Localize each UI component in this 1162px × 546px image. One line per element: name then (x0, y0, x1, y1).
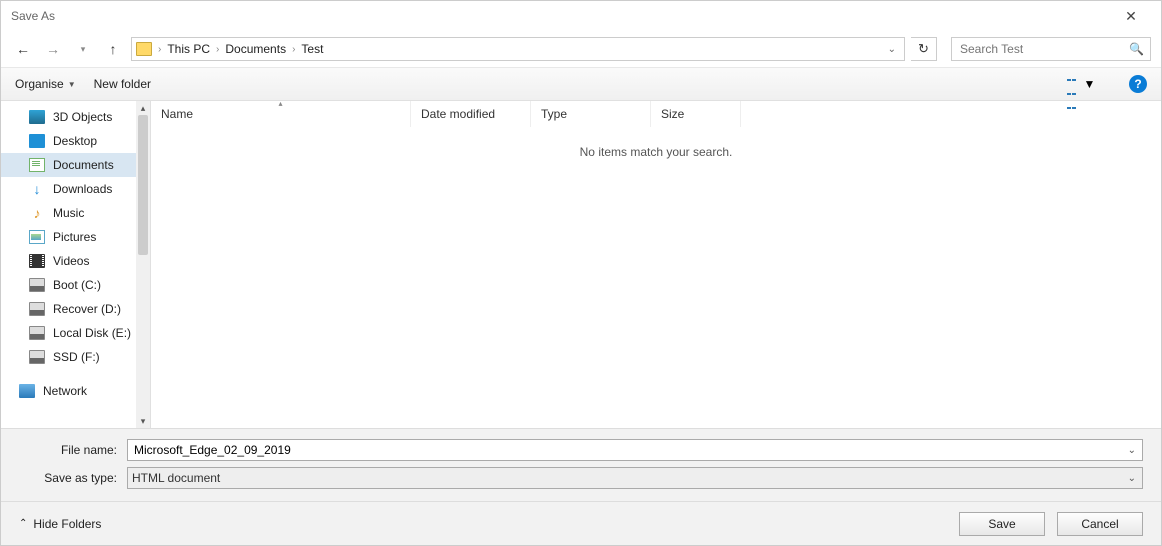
savetype-combobox[interactable]: HTML document ⌄ (127, 467, 1143, 489)
view-icon (1067, 78, 1081, 90)
chevron-down-icon[interactable]: ⌄ (1126, 445, 1138, 456)
chevron-down-icon: ▼ (1084, 77, 1096, 91)
filename-combobox[interactable]: ⌄ (127, 439, 1143, 461)
sidebar-item-label: Pictures (53, 230, 96, 244)
scroll-thumb[interactable] (138, 115, 148, 255)
search-input[interactable] (958, 41, 1129, 57)
hide-folders-label: Hide Folders (33, 517, 101, 531)
sidebar-scrollbar[interactable]: ▴ ▾ (136, 101, 150, 428)
pictures-icon (29, 230, 45, 244)
search-box[interactable]: 🔍 (951, 37, 1151, 61)
sidebar-item-network[interactable]: Network (1, 379, 150, 403)
sidebar-item-documents[interactable]: Documents (1, 153, 150, 177)
column-header-size[interactable]: Size (651, 101, 741, 127)
refresh-button[interactable]: ↻ (911, 37, 937, 61)
sidebar-item-3d-objects[interactable]: 3D Objects (1, 105, 150, 129)
back-button[interactable]: ← (11, 37, 35, 61)
save-form: File name: ⌄ Save as type: HTML document… (1, 428, 1161, 501)
documents-icon (29, 158, 45, 172)
save-button[interactable]: Save (959, 512, 1045, 536)
close-icon[interactable]: ✕ (1111, 8, 1151, 25)
column-header-name[interactable]: Name ▴ (151, 101, 411, 127)
folder-icon (136, 42, 152, 56)
save-as-dialog: Save As ✕ ← → ▾ ↑ › This PC › Documents … (0, 0, 1162, 546)
scroll-up-icon[interactable]: ▴ (136, 101, 150, 115)
filename-row: File name: ⌄ (19, 439, 1143, 461)
desktop-icon (29, 134, 45, 148)
chevron-right-icon: › (156, 44, 163, 55)
sidebar-item-music[interactable]: Music (1, 201, 150, 225)
savetype-row: Save as type: HTML document ⌄ (19, 467, 1143, 489)
filename-label: File name: (19, 443, 127, 457)
sidebar-item-label: Documents (53, 158, 114, 172)
sidebar-item-downloads[interactable]: Downloads (1, 177, 150, 201)
sidebar-item-drive-c[interactable]: Boot (C:) (1, 273, 150, 297)
breadcrumb-item[interactable]: This PC (167, 42, 210, 56)
downloads-icon (29, 182, 45, 196)
music-icon (29, 206, 45, 220)
drive-icon (29, 326, 45, 340)
drive-icon (29, 302, 45, 316)
dialog-body: 3D Objects Desktop Documents Downloads M… (1, 101, 1161, 428)
toolbar: Organise ▼ New folder ▼ ? (1, 67, 1161, 101)
search-icon: 🔍 (1129, 42, 1144, 56)
sidebar-item-desktop[interactable]: Desktop (1, 129, 150, 153)
forward-button: → (41, 37, 65, 61)
savetype-value: HTML document (132, 471, 1126, 485)
column-headers: Name ▴ Date modified Type Size (151, 101, 1161, 127)
sidebar-item-drive-e[interactable]: Local Disk (E:) (1, 321, 150, 345)
up-button[interactable]: ↑ (101, 37, 125, 61)
sidebar-item-label: Local Disk (E:) (53, 326, 131, 340)
sidebar-item-pictures[interactable]: Pictures (1, 225, 150, 249)
navigation-pane: 3D Objects Desktop Documents Downloads M… (1, 101, 151, 428)
address-bar[interactable]: › This PC › Documents › Test ⌄ (131, 37, 905, 61)
view-button[interactable]: ▼ (1061, 73, 1101, 95)
filename-input[interactable] (132, 442, 1126, 458)
new-folder-label: New folder (94, 77, 151, 91)
sidebar-item-label: Downloads (53, 182, 112, 196)
help-button[interactable]: ? (1129, 75, 1147, 93)
sidebar-item-label: SSD (F:) (53, 350, 100, 364)
sort-indicator-icon: ▴ (278, 101, 282, 108)
sidebar-item-label: Desktop (53, 134, 97, 148)
sidebar-item-label: Videos (53, 254, 89, 268)
3d-objects-icon (29, 110, 45, 124)
chevron-right-icon: › (290, 44, 297, 55)
chevron-down-icon: ▼ (68, 80, 76, 89)
column-header-type[interactable]: Type (531, 101, 651, 127)
file-list-area: Name ▴ Date modified Type Size No items … (151, 101, 1161, 428)
drive-icon (29, 350, 45, 364)
nav-row: ← → ▾ ↑ › This PC › Documents › Test ⌄ ↻… (1, 31, 1161, 67)
breadcrumb-item[interactable]: Test (301, 42, 323, 56)
recent-dropdown[interactable]: ▾ (71, 37, 95, 61)
sidebar-item-label: 3D Objects (53, 110, 112, 124)
sidebar-item-drive-d[interactable]: Recover (D:) (1, 297, 150, 321)
videos-icon (29, 254, 45, 268)
window-title: Save As (11, 9, 1111, 23)
organise-label: Organise (15, 77, 64, 91)
chevron-up-icon: ⌃ (19, 518, 27, 529)
chevron-down-icon[interactable]: ⌄ (1126, 473, 1138, 484)
sidebar-item-label: Network (43, 384, 87, 398)
network-icon (19, 384, 35, 398)
new-folder-button[interactable]: New folder (94, 77, 151, 91)
sidebar-item-drive-f[interactable]: SSD (F:) (1, 345, 150, 369)
cancel-button[interactable]: Cancel (1057, 512, 1143, 536)
sidebar-item-label: Recover (D:) (53, 302, 121, 316)
drive-icon (29, 278, 45, 292)
action-bar: ⌃ Hide Folders Save Cancel (1, 501, 1161, 545)
breadcrumb-item[interactable]: Documents (225, 42, 286, 56)
title-bar: Save As ✕ (1, 1, 1161, 31)
empty-state-message: No items match your search. (151, 127, 1161, 428)
scroll-down-icon[interactable]: ▾ (136, 414, 150, 428)
organise-button[interactable]: Organise ▼ (15, 77, 76, 91)
sidebar-item-label: Music (53, 206, 84, 220)
sidebar-item-label: Boot (C:) (53, 278, 101, 292)
hide-folders-toggle[interactable]: ⌃ Hide Folders (19, 517, 101, 531)
sidebar-item-videos[interactable]: Videos (1, 249, 150, 273)
savetype-label: Save as type: (19, 471, 127, 485)
address-dropdown[interactable]: ⌄ (884, 44, 900, 55)
column-header-date[interactable]: Date modified (411, 101, 531, 127)
chevron-right-icon: › (214, 44, 221, 55)
